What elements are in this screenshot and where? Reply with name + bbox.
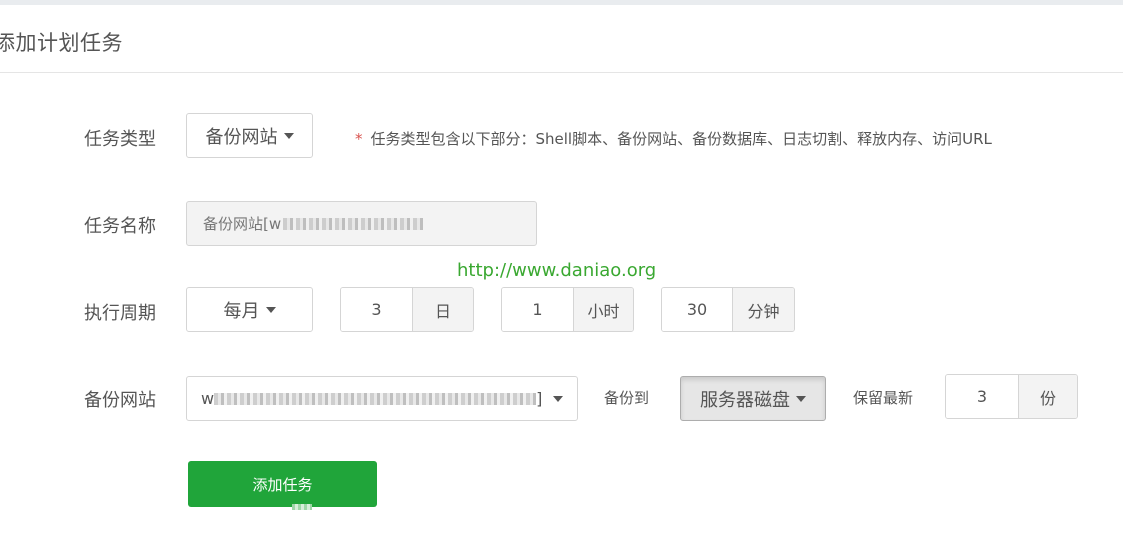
- chevron-down-icon: [553, 395, 563, 402]
- add-task-button[interactable]: 添加任务: [188, 461, 377, 507]
- task-name-input[interactable]: 备份网站[w: [186, 201, 537, 246]
- chevron-down-icon: [283, 132, 294, 139]
- page-title: 添加计划任务: [0, 31, 123, 55]
- task-name-value: 备份网站[w: [203, 215, 282, 233]
- backup-to-label: 备份到: [604, 389, 650, 407]
- cursor-artifact: [292, 504, 312, 510]
- page-header: 添加计划任务: [0, 5, 1123, 73]
- hour-input[interactable]: 1: [502, 288, 573, 331]
- hour-unit: 小时: [573, 288, 633, 331]
- minute-input-group: 30 分钟: [661, 287, 795, 332]
- task-type-select[interactable]: 备份网站: [186, 113, 313, 158]
- blurred-text: [214, 392, 537, 405]
- backup-destination-select[interactable]: 服务器磁盘: [680, 376, 826, 421]
- task-name-label: 任务名称: [84, 216, 156, 237]
- chevron-down-icon: [265, 306, 276, 313]
- task-type-note: * 任务类型包含以下部分：Shell脚本、备份网站、备份数据库、日志切割、释放内存…: [355, 128, 992, 149]
- keep-count-group: 3 份: [945, 374, 1078, 419]
- task-type-value: 备份网站: [205, 126, 278, 148]
- required-star: *: [355, 130, 363, 148]
- minute-input[interactable]: 30: [662, 288, 732, 331]
- keep-count-unit: 份: [1018, 375, 1077, 418]
- task-type-label: 任务类型: [84, 129, 156, 150]
- period-value: 每月: [223, 300, 260, 322]
- backup-site-value-suffix: ]: [536, 389, 543, 408]
- backup-site-label: 备份网站: [84, 390, 156, 411]
- blurred-text: [283, 217, 424, 230]
- watermark-text: http://www.daniao.org: [457, 260, 657, 281]
- minute-unit: 分钟: [732, 288, 794, 331]
- day-unit: 日: [412, 288, 473, 331]
- task-type-note-text: 任务类型包含以下部分：Shell脚本、备份网站、备份数据库、日志切割、释放内存、…: [370, 130, 992, 148]
- keep-count-input[interactable]: 3: [946, 375, 1018, 418]
- day-input[interactable]: 3: [341, 288, 412, 331]
- keep-latest-label: 保留最新: [853, 389, 914, 407]
- backup-site-value-prefix: w: [201, 389, 215, 408]
- backup-site-select[interactable]: w ]: [186, 376, 578, 421]
- day-input-group: 3 日: [340, 287, 474, 332]
- chevron-down-icon: [796, 395, 806, 402]
- period-select[interactable]: 每月: [186, 287, 313, 332]
- period-label: 执行周期: [84, 303, 156, 324]
- hour-input-group: 1 小时: [501, 287, 634, 332]
- backup-destination-value: 服务器磁盘: [700, 389, 790, 411]
